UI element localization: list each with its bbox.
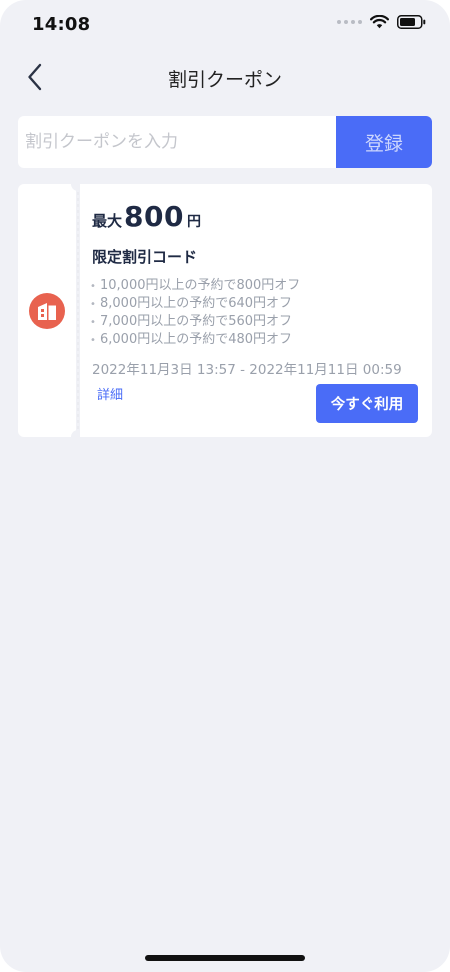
battery-icon <box>397 15 426 29</box>
status-bar: 14:08 <box>0 0 450 48</box>
discount-amount: 最大 800 円 <box>92 200 201 233</box>
nav-bar: 割引クーポン <box>0 52 450 102</box>
signal-dots-icon <box>337 20 362 24</box>
home-indicator <box>145 955 305 961</box>
coupon-entry-row: 登録 <box>18 116 432 168</box>
condition-item: 6,000円以上の予約で480円オフ <box>90 331 300 349</box>
register-button[interactable]: 登録 <box>336 116 432 168</box>
validity-period: 2022年11月3日 13:57 - 2022年11月11日 00:59 <box>92 362 402 378</box>
condition-item: 10,000円以上の予約で800円オフ <box>90 277 300 295</box>
coupon-card-stub <box>18 184 76 437</box>
coupon-conditions-list: 10,000円以上の予約で800円オフ 8,000円以上の予約で640円オフ 7… <box>90 277 300 349</box>
coupon-code-input[interactable] <box>18 116 336 168</box>
status-time: 14:08 <box>32 14 91 35</box>
amount-unit: 円 <box>186 214 201 230</box>
amount-value: 800 <box>124 200 184 233</box>
use-now-button[interactable]: 今すぐ利用 <box>316 384 418 423</box>
page-title: 割引クーポン <box>167 69 282 91</box>
condition-item: 8,000円以上の予約で640円オフ <box>90 295 300 313</box>
coupon-card: 最大 800 円 限定割引コード 10,000円以上の予約で800円オフ 8,0… <box>18 184 432 437</box>
coupon-code-title: 限定割引コード <box>92 248 198 266</box>
hotel-building-icon <box>29 293 65 329</box>
details-link[interactable]: 詳細 <box>97 384 123 403</box>
wifi-icon <box>370 15 389 29</box>
coupon-card-body: 最大 800 円 限定割引コード 10,000円以上の予約で800円オフ 8,0… <box>80 184 432 437</box>
condition-item: 7,000円以上の予約で560円オフ <box>90 313 300 331</box>
status-icons <box>337 15 426 29</box>
app-screen: 14:08 割引クーポン 登録 <box>0 0 450 972</box>
amount-prefix: 最大 <box>92 212 123 230</box>
